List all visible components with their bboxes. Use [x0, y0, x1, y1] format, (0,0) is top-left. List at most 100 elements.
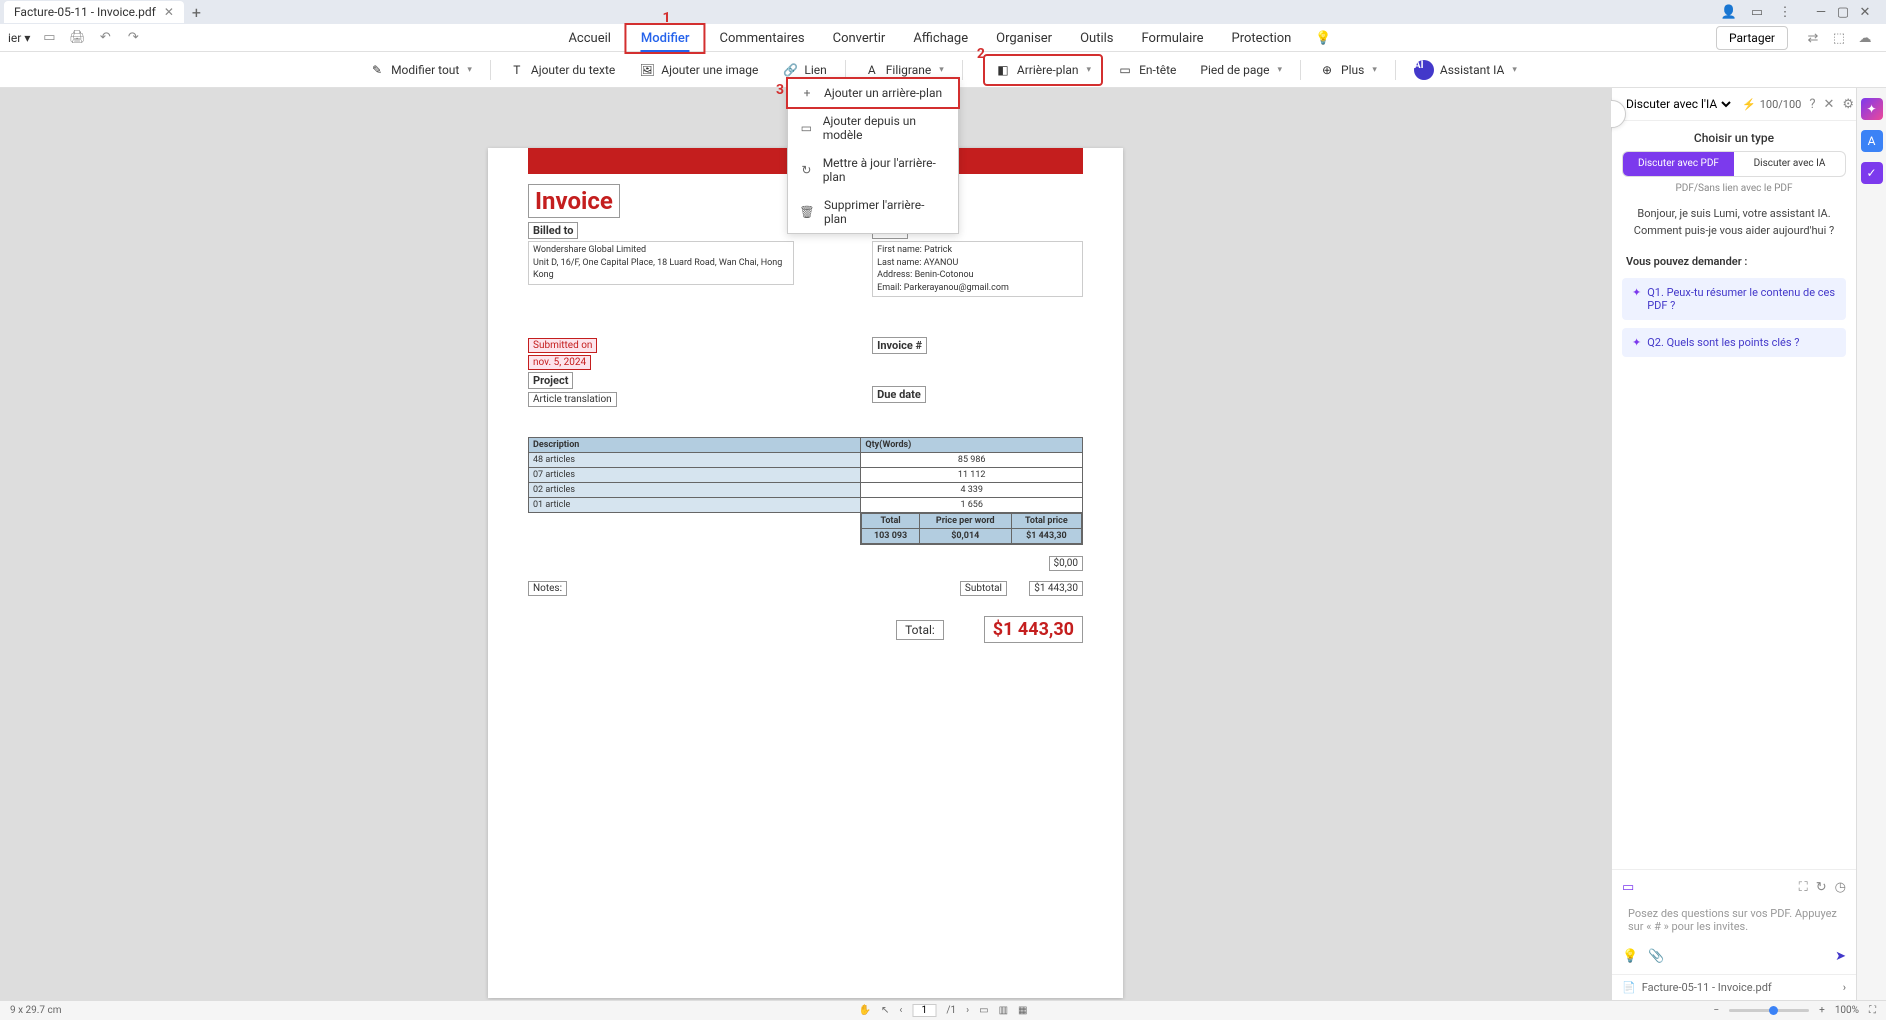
hand-tool-icon[interactable]: ✋: [859, 1005, 871, 1016]
check-panel-icon[interactable]: ✓: [1861, 162, 1883, 184]
add-text-button[interactable]: T Ajouter du texte: [499, 56, 625, 84]
page-number-input[interactable]: [912, 1004, 936, 1017]
edit-all-button[interactable]: ✎ Modifier tout: [359, 56, 482, 84]
send-button[interactable]: ➤: [1835, 949, 1846, 964]
row-desc: 07 articles: [529, 468, 861, 483]
select-tool-icon[interactable]: ↖: [881, 1005, 889, 1016]
total-pages: /1: [946, 1005, 956, 1016]
share-button[interactable]: Partager: [1716, 26, 1788, 50]
redo-icon[interactable]: ↷: [124, 29, 142, 47]
menu-organiser[interactable]: Organiser: [982, 25, 1066, 52]
next-page-icon[interactable]: ›: [966, 1005, 969, 1016]
type-toggle: Discuter avec PDF Discuter avec IA: [1622, 151, 1846, 177]
update-background-item[interactable]: ↻ Mettre à jour l'arrière-plan: [788, 149, 958, 191]
history-icon[interactable]: ↻: [1816, 880, 1827, 895]
final-total-label: Total:: [896, 620, 944, 640]
subtotal-label: Subtotal: [960, 581, 1007, 596]
chevron-right-icon[interactable]: ›: [1843, 981, 1846, 994]
toolbar-icon-3[interactable]: ☁: [1856, 29, 1874, 47]
background-icon: ◧: [995, 62, 1011, 78]
remove-background-item[interactable]: 🗑 Supprimer l'arrière-plan: [788, 191, 958, 233]
tab-close-icon[interactable]: ✕: [164, 5, 174, 19]
translate-panel-icon[interactable]: A: [1861, 130, 1883, 152]
zoom-slider[interactable]: [1729, 1009, 1809, 1012]
add-image-button[interactable]: 🖼 Ajouter une image: [629, 56, 768, 84]
from-text: First name: Patrick Last name: AYANOU Ad…: [872, 241, 1083, 297]
minimize-icon[interactable]: —: [1812, 3, 1830, 21]
comment-icon[interactable]: ▭: [1748, 3, 1766, 21]
view-mode-2-icon[interactable]: ▥: [999, 1005, 1008, 1016]
settings-icon[interactable]: ⚙: [1842, 97, 1854, 112]
zoom-in-icon[interactable]: +: [1819, 1005, 1825, 1016]
view-mode-1-icon[interactable]: ▭: [979, 1005, 988, 1016]
chat-mode-select[interactable]: Discuter avec l'IA: [1622, 96, 1734, 112]
toolbar-icon-2[interactable]: ⬚: [1830, 29, 1848, 47]
more-button[interactable]: ⊕ Plus: [1309, 56, 1387, 84]
zoom-out-icon[interactable]: −: [1713, 1005, 1719, 1016]
billed-to-text: Wondershare Global Limited Unit D, 16/F,…: [528, 241, 794, 285]
header-button[interactable]: ▭ En-tête: [1107, 56, 1186, 84]
fit-icon[interactable]: ⛶: [1869, 1005, 1876, 1016]
footer-button[interactable]: Pied de page: [1190, 57, 1292, 83]
document-tab[interactable]: Facture-05-11 - Invoice.pdf ✕: [4, 1, 184, 23]
ai-sidebar: Discuter avec l'IA ⚡ 100/100 ? ✕ ⚙ Chois…: [1611, 88, 1856, 1000]
clock-icon[interactable]: ◷: [1835, 880, 1846, 895]
ai-icon: AI: [1414, 60, 1434, 80]
user-avatar-icon[interactable]: 👤: [1720, 3, 1738, 21]
project-text: Article translation: [528, 392, 617, 407]
chat-input[interactable]: Posez des questions sur vos PDF. Appuyez…: [1622, 901, 1846, 941]
zero-val: $0,00: [1049, 556, 1083, 571]
lightbulb-icon[interactable]: 💡: [1315, 31, 1331, 46]
lightbulb-input-icon[interactable]: 💡: [1622, 949, 1638, 964]
final-total-amount: $1 443,30: [984, 616, 1083, 643]
new-tab-button[interactable]: +: [192, 3, 201, 22]
menu-convertir[interactable]: Convertir: [819, 25, 900, 52]
row-qty: 1 656: [861, 498, 1083, 513]
menu-formulaire[interactable]: Formulaire: [1127, 25, 1217, 52]
suggestion-q1[interactable]: ✦ Q1. Peux-tu résumer le contenu de ces …: [1622, 278, 1846, 320]
menu-bar: Accueil 1 Modifier Commentaires Converti…: [554, 24, 1331, 52]
invoice-title: Invoice: [528, 184, 620, 218]
subtext: PDF/Sans lien avec le PDF: [1612, 183, 1856, 194]
menu-outils[interactable]: Outils: [1066, 25, 1127, 52]
from-template-item[interactable]: ▭ Ajouter depuis un modèle: [788, 107, 958, 149]
menu-accueil[interactable]: Accueil: [554, 25, 624, 52]
menu-icon[interactable]: ⋮: [1776, 3, 1794, 21]
file-label[interactable]: ier ▾: [8, 31, 30, 45]
view-mode-3-icon[interactable]: ▦: [1018, 1005, 1027, 1016]
sidebar-close-icon[interactable]: ✕: [1824, 97, 1835, 112]
submitted-date: nov. 5, 2024: [528, 355, 591, 370]
plus-icon: +: [800, 86, 814, 100]
chat-ai-option[interactable]: Discuter avec IA: [1734, 152, 1845, 176]
undo-icon[interactable]: ↶: [96, 29, 114, 47]
attach-icon[interactable]: 📎: [1648, 949, 1664, 964]
suggestions-label: Vous pouvez demander :: [1612, 249, 1856, 274]
menu-affichage[interactable]: Affichage: [899, 25, 982, 52]
toolbar-icon-1[interactable]: ⇄: [1804, 29, 1822, 47]
menu-modifier[interactable]: Modifier: [625, 23, 706, 54]
close-icon[interactable]: ✕: [1856, 3, 1874, 21]
save-icon[interactable]: ▭: [40, 29, 58, 47]
print-icon[interactable]: 🖨: [68, 29, 86, 47]
due-date-label: Due date: [872, 386, 926, 403]
row-desc: 01 article: [529, 498, 861, 513]
help-icon[interactable]: ?: [1809, 97, 1815, 112]
input-mode-icon[interactable]: ▭: [1622, 880, 1634, 895]
suggestion-q2[interactable]: ✦ Q2. Quels sont les points clés ?: [1622, 328, 1846, 357]
menu-commentaires[interactable]: Commentaires: [705, 25, 818, 52]
add-background-item[interactable]: + Ajouter un arrière-plan: [786, 77, 960, 109]
notes-label: Notes:: [528, 581, 567, 596]
tab-title: Facture-05-11 - Invoice.pdf: [14, 5, 156, 19]
maximize-icon[interactable]: ▢: [1834, 3, 1852, 21]
zoom-level: 100%: [1835, 1005, 1859, 1016]
quick-access-bar: ier ▾ ▭ 🖨 ↶ ↷ Accueil 1 Modifier Comment…: [0, 24, 1886, 52]
row-desc: 02 articles: [529, 483, 861, 498]
chat-pdf-option[interactable]: Discuter avec PDF: [1623, 152, 1734, 176]
ai-panel-icon[interactable]: ✦: [1861, 98, 1883, 120]
status-bar: 9 x 29.7 cm ✋ ↖ ‹ /1 › ▭ ▥ ▦ − + 100% ⛶: [0, 1000, 1886, 1020]
expand-icon[interactable]: ⛶: [1799, 880, 1808, 895]
ai-assistant-button[interactable]: AI Assistant IA: [1404, 54, 1527, 86]
menu-protection[interactable]: Protection: [1218, 25, 1306, 52]
prev-page-icon[interactable]: ‹: [899, 1005, 902, 1016]
background-button[interactable]: ◧ Arrière-plan: [983, 54, 1103, 86]
